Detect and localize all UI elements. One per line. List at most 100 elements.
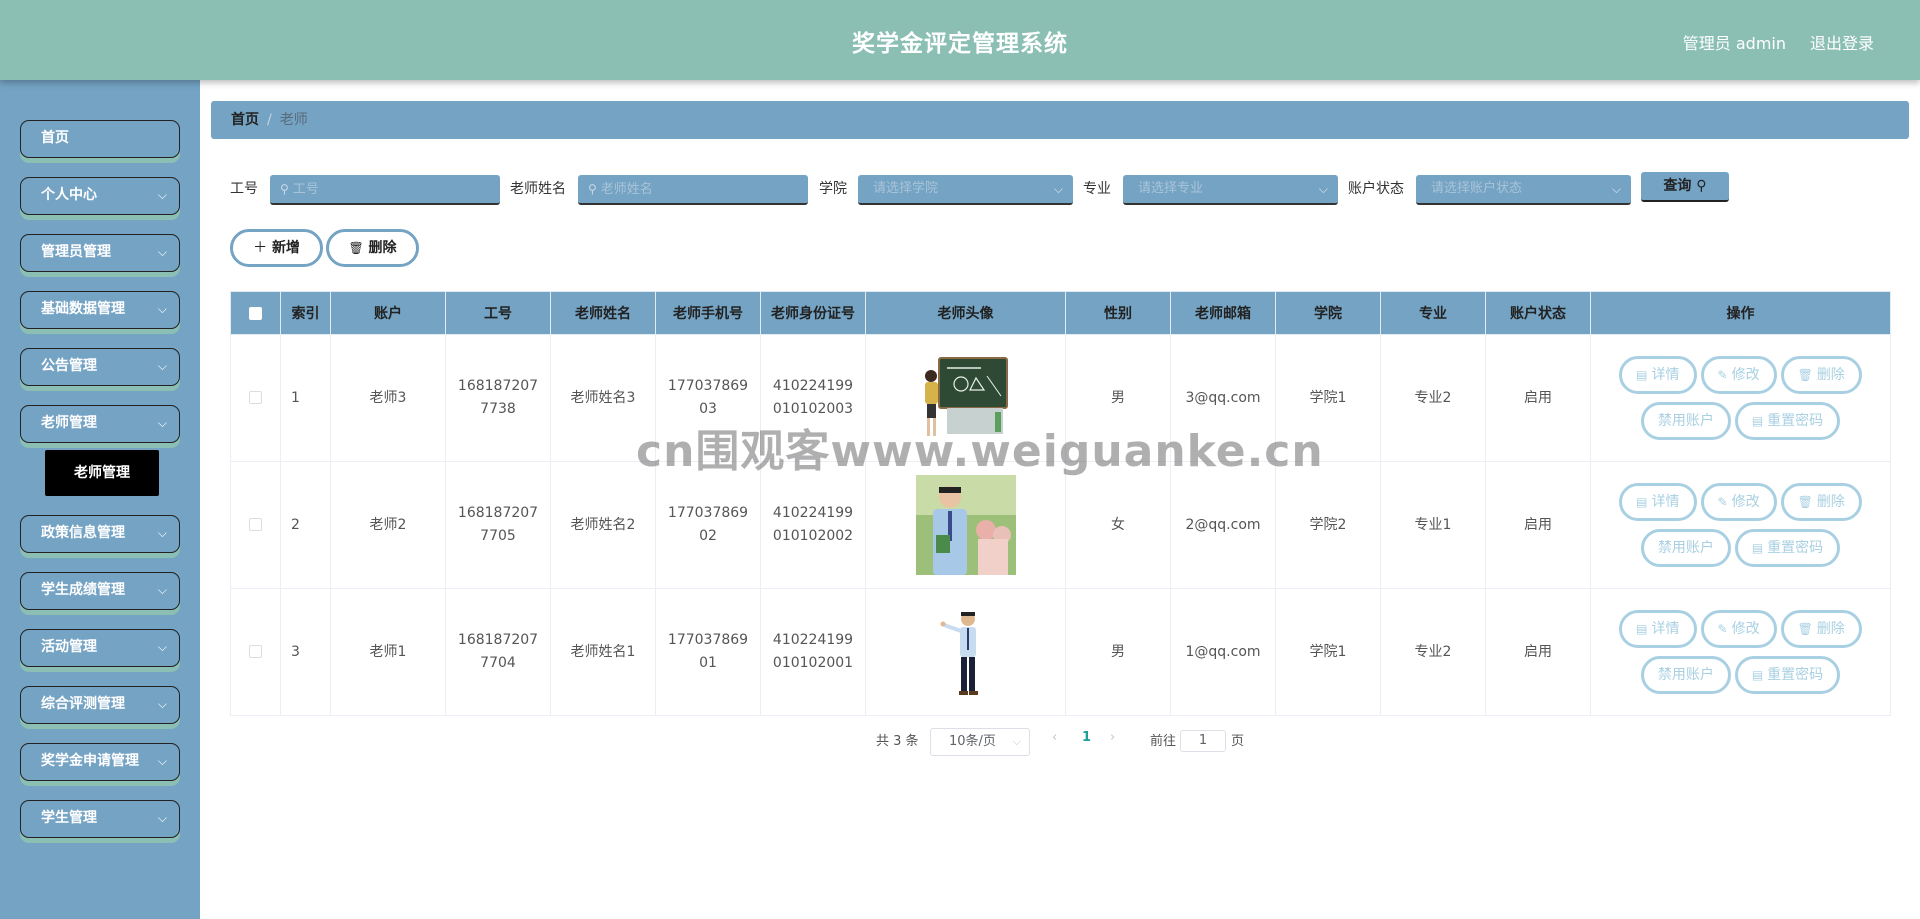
detail-button[interactable]: ▤ 详情 [1619,356,1697,394]
sidebar-item-students[interactable]: 学生管理 ⌵ [20,800,180,838]
add-button[interactable]: ＋ 新增 [230,229,323,267]
sidebar: 首页 个人中心 ⌵ 管理员管理 ⌵ 基础数据管理 ⌵ 公告管理 ⌵ 老师管理 ⌵ 老师管理… [0,80,200,919]
cell-email: 1@qq.com [1170,588,1276,716]
delete-row-button[interactable]: 🗑 删除 [1780,356,1862,394]
teacher-name-input[interactable]: ⚲ 老师姓名 [578,175,808,205]
document-icon: ▤ [1636,368,1648,382]
row-checkbox[interactable] [249,645,262,658]
select-all-checkbox[interactable] [249,306,262,320]
breadcrumb-home[interactable]: 首页 [231,112,259,128]
breadcrumb-separator: / [267,112,272,128]
chevron-down-icon: ⌵ [157,583,167,597]
cell-account: 老师2 [330,461,446,589]
phone-text: 17703786901 [667,632,749,671]
sidebar-item-evaluation[interactable]: 综合评测管理 ⌵ [20,686,180,724]
sidebar-item-scores[interactable]: 学生成绩管理 ⌵ [20,572,180,610]
row-checkbox[interactable] [249,518,262,531]
goto-page-input[interactable]: 1 [1180,730,1226,752]
row-select-cell[interactable] [230,461,281,589]
account-status-select[interactable]: 请选择账户状态 ⌵ [1416,175,1631,205]
delete-row-button[interactable]: 🗑 删除 [1780,483,1862,521]
row-select-cell[interactable] [230,588,281,716]
logout-link[interactable]: 退出登录 [1810,30,1874,54]
cell-index: 3 [280,588,331,716]
trash-icon: 🗑 [1797,495,1813,509]
pagination-total: 共 3 条 [876,734,919,749]
chevron-down-icon: ⌵ [157,640,167,654]
edit-button[interactable]: ✎ 修改 [1700,483,1777,521]
teacher-presenting-image [940,612,978,695]
select-placeholder: 请选择账户状态 [1431,181,1523,196]
disable-account-button[interactable]: 禁用账户 [1640,656,1731,694]
disable-account-button[interactable]: 禁用账户 [1640,402,1731,440]
chevron-down-icon: ⌵ [157,359,167,373]
cell-index: 1 [280,334,331,462]
edit-button[interactable]: ✎ 修改 [1700,356,1777,394]
input-placeholder: 工号 [292,182,319,197]
row-select-cell[interactable] [230,334,281,462]
page-size-select[interactable]: 10条/页 ⌵ [930,728,1030,756]
reset-password-button[interactable]: ▤ 重置密码 [1734,656,1841,694]
document-icon: ▤ [1751,541,1764,555]
search-label-major: 专业 [1083,181,1111,197]
search-label-name: 老师姓名 [510,181,566,197]
detail-button[interactable]: ▤ 详情 [1619,483,1697,521]
delete-button[interactable]: 🗑 删除 [326,229,419,267]
edit-icon: ✎ [1717,495,1728,509]
app-title: 奖学金评定管理系统 [852,31,1068,57]
sidebar-item-notice[interactable]: 公告管理 ⌵ [20,348,180,386]
cell-work-no: 1681872077704 [445,588,551,716]
sidebar-item-label: 基础数据管理 [41,301,125,317]
reset-password-button[interactable]: ▤ 重置密码 [1734,529,1841,567]
select-all-cell[interactable] [230,291,281,335]
submenu-teacher-management[interactable]: 老师管理 [45,450,159,496]
work-no-text: 1681872077704 [457,632,539,671]
trash-icon: 🗑 [1797,622,1813,636]
disable-account-button[interactable]: 禁用账户 [1640,529,1731,567]
sidebar-item-teacher[interactable]: 老师管理 ⌵ [20,405,180,443]
row-checkbox[interactable] [249,391,262,404]
current-user: 管理员 admin [1682,34,1786,53]
detail-button[interactable]: ▤ 详情 [1619,610,1697,648]
search-label-work-no: 工号 [230,181,258,197]
cell-account: 老师1 [330,588,446,716]
next-page-icon[interactable]: › [1110,730,1115,745]
chevron-down-icon: ⌵ [1611,182,1621,196]
sidebar-item-personal-center[interactable]: 个人中心 ⌵ [20,177,180,215]
page-number-current[interactable]: 1 [1082,730,1091,745]
chevron-down-icon: ⌵ [157,188,167,202]
chevron-down-icon: ⌵ [1053,182,1063,196]
work-no-input[interactable]: ⚲ 工号 [270,175,500,205]
query-button[interactable]: 查询 ⚲ [1641,172,1729,202]
sidebar-item-activity[interactable]: 活动管理 ⌵ [20,629,180,667]
sidebar-item-home[interactable]: 首页 [20,120,180,158]
teacher-table: 索引 账户 工号 老师姓名 老师手机号 老师身份证号 老师头像 性别 老师邮箱 … [230,291,1891,716]
column-header: 操作 [1590,291,1891,335]
edit-button[interactable]: ✎ 修改 [1700,610,1777,648]
column-header: 工号 [445,291,551,335]
reset-password-button[interactable]: ▤ 重置密码 [1734,402,1841,440]
chevron-down-icon: ⌵ [157,754,167,768]
edit-label: 修改 [1731,367,1760,383]
search-icon: ⚲ [588,182,597,196]
query-label: 查询 [1663,178,1692,194]
delete-row-button[interactable]: 🗑 删除 [1780,610,1862,648]
input-placeholder: 老师姓名 [600,182,653,197]
chevron-down-icon: ⌵ [157,526,167,540]
sidebar-item-label: 首页 [41,130,69,146]
sidebar-item-label: 政策信息管理 [41,525,125,541]
sidebar-item-basic-data[interactable]: 基础数据管理 ⌵ [20,291,180,329]
major-select[interactable]: 请选择专业 ⌵ [1123,175,1338,205]
cell-avatar [865,461,1066,589]
cell-work-no: 1681872077738 [445,334,551,462]
prev-page-icon[interactable]: ‹ [1052,730,1057,745]
column-header: 账户 [330,291,446,335]
column-header: 老师邮箱 [1170,291,1276,335]
delete-label: 删除 [368,240,397,256]
college-select[interactable]: 请选择学院 ⌵ [858,175,1073,205]
sidebar-item-policy[interactable]: 政策信息管理 ⌵ [20,515,180,553]
cell-college: 学院1 [1275,588,1381,716]
sidebar-item-admin-management[interactable]: 管理员管理 ⌵ [20,234,180,272]
document-icon: ▤ [1636,622,1648,636]
sidebar-item-scholarship[interactable]: 奖学金申请管理 ⌵ [20,743,180,781]
